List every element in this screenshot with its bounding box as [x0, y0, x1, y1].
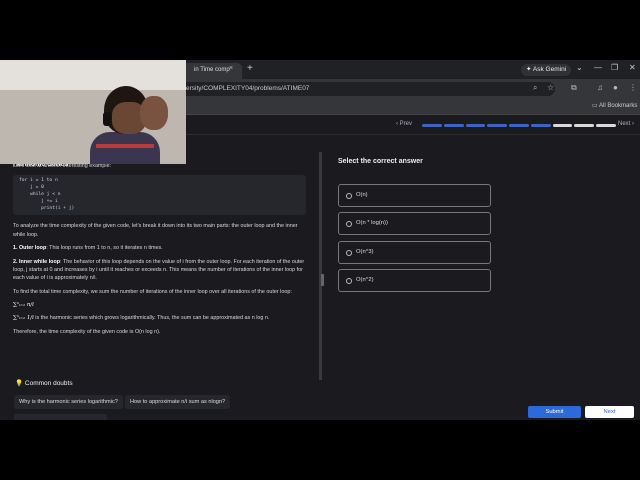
- answer-option[interactable]: O(n * log(n)): [338, 212, 491, 235]
- progress-segment-pending[interactable]: [552, 124, 573, 127]
- total-text: To find the total time complexity, we su…: [13, 288, 292, 295]
- common-doubts-heading: 💡 Common doubts: [15, 379, 73, 387]
- menu-icon[interactable]: ⋮: [629, 83, 637, 92]
- harmonic-point: ∑ⁿᵢ₌₁ 1/i is the harmonic series which g…: [13, 314, 306, 322]
- radio-button[interactable]: [346, 221, 352, 227]
- progress-segment-done[interactable]: [530, 124, 551, 127]
- new-tab-button[interactable]: +: [247, 63, 253, 74]
- code-line: j = 0: [19, 185, 44, 191]
- progress-segment-pending[interactable]: [596, 124, 617, 127]
- next-label: Next: [618, 121, 631, 127]
- progress-segment-done[interactable]: [509, 124, 529, 127]
- conclusion: Therefore, the time complexity of the gi…: [13, 328, 161, 335]
- ask-gemini-label: Ask Gemini: [532, 66, 567, 73]
- answer-option[interactable]: O(n): [338, 184, 491, 207]
- sparkle-icon: ✦: [526, 66, 533, 73]
- webcam-person-hand: [140, 96, 168, 130]
- common-doubts-label: Common doubts: [24, 380, 73, 387]
- webcam-overlay: [0, 60, 186, 164]
- all-bookmarks-label: All Bookmarks: [599, 103, 638, 109]
- outer-loop-label: 1. Outer loop: [13, 245, 47, 252]
- harmonic-expression: ∑ⁿᵢ₌₁ 1/i: [13, 315, 34, 322]
- doubt-chip[interactable]: How to approximate n/i sum as nlogn?: [125, 395, 231, 409]
- option-label: O(n * log(n)): [356, 220, 388, 226]
- close-tab-icon[interactable]: ×: [229, 65, 233, 72]
- search-icon[interactable]: ⌕: [533, 83, 537, 93]
- sum-expression: ∑ⁿᵢ₌₁ n/i: [13, 302, 34, 308]
- webcam-shirt-stripe: [96, 144, 154, 148]
- maximize-button[interactable]: ❐: [611, 63, 618, 72]
- progress-segment-done[interactable]: [443, 124, 464, 127]
- extensions-icon[interactable]: ⧉: [571, 83, 577, 93]
- chevron-right-icon: ›: [630, 121, 635, 127]
- code-line: for i = 1 to n: [19, 178, 58, 184]
- code-block: for i = 1 to n j = 0 while j < n j += i …: [13, 175, 306, 216]
- option-label: O(n^2): [356, 277, 374, 283]
- prev-button[interactable]: ‹ Prev: [396, 121, 412, 127]
- code-line: j += i: [19, 199, 58, 205]
- lightbulb-icon: 💡: [15, 380, 24, 387]
- avatar[interactable]: ●: [613, 83, 618, 92]
- tab-search-icon[interactable]: ⌄: [576, 63, 583, 72]
- tab-title: in Time comp: [194, 67, 230, 73]
- progress-segment-pending[interactable]: [574, 124, 595, 127]
- option-label: O(n^3): [356, 249, 374, 255]
- minimize-button[interactable]: —: [594, 63, 602, 72]
- lesson-pane: Let's look at another interesting exampl…: [0, 136, 318, 420]
- option-label: O(n): [356, 192, 368, 198]
- radio-button[interactable]: [346, 278, 352, 284]
- next-button[interactable]: Next: [585, 406, 634, 418]
- radio-button[interactable]: [346, 193, 352, 199]
- next-nav-button[interactable]: Next ›: [618, 121, 634, 127]
- drag-handle[interactable]: [321, 274, 324, 286]
- answer-option[interactable]: O(n^2): [338, 269, 491, 292]
- harmonic-text: is the harmonic series which grows logar…: [33, 315, 270, 322]
- code-line: print(i + j): [19, 205, 75, 211]
- folder-icon: ▭: [592, 103, 600, 109]
- webcam-person-body: [90, 132, 160, 164]
- outer-loop-text: : This loop runs from 1 to n, so it iter…: [46, 245, 163, 252]
- outer-loop-point: 1. Outer loop: This loop runs from 1 to …: [13, 244, 306, 252]
- code-line: while j < n: [19, 192, 61, 198]
- submit-button[interactable]: Submit: [528, 406, 581, 418]
- headset-icon: [103, 112, 111, 126]
- progress-segment-done[interactable]: [487, 124, 508, 127]
- bookmark-star-icon[interactable]: ☆: [547, 83, 554, 92]
- close-window-button[interactable]: ✕: [629, 63, 636, 72]
- question-title: Select the correct answer: [338, 158, 423, 165]
- answer-option[interactable]: O(n^3): [338, 241, 491, 264]
- inner-loop-point: 2. Inner while loop: The behavior of thi…: [13, 258, 306, 283]
- webcam-ceiling: [0, 60, 186, 90]
- ask-gemini-button[interactable]: ✦ Ask Gemini: [521, 64, 572, 76]
- all-bookmarks[interactable]: ▭ All Bookmarks: [592, 102, 637, 109]
- doubt-chip[interactable]: Why is the harmonic series logarithmic?: [14, 395, 123, 409]
- inner-loop-label: 2. Inner while loop: [13, 258, 61, 265]
- progress-segment-done[interactable]: [422, 124, 442, 127]
- progress-bar: [422, 124, 617, 127]
- prev-label: Prev: [399, 121, 413, 127]
- radio-button[interactable]: [346, 250, 352, 256]
- progress-segment-done[interactable]: [465, 124, 486, 127]
- pane-divider[interactable]: [319, 152, 322, 380]
- media-icon[interactable]: ♫: [597, 83, 603, 92]
- url-field[interactable]: ersity/COMPLEXITY04/problems/ATIME07: [180, 82, 555, 96]
- doubt-chip-partial[interactable]: [14, 414, 107, 420]
- analysis-intro: To analyze the time complexity of the gi…: [13, 223, 298, 238]
